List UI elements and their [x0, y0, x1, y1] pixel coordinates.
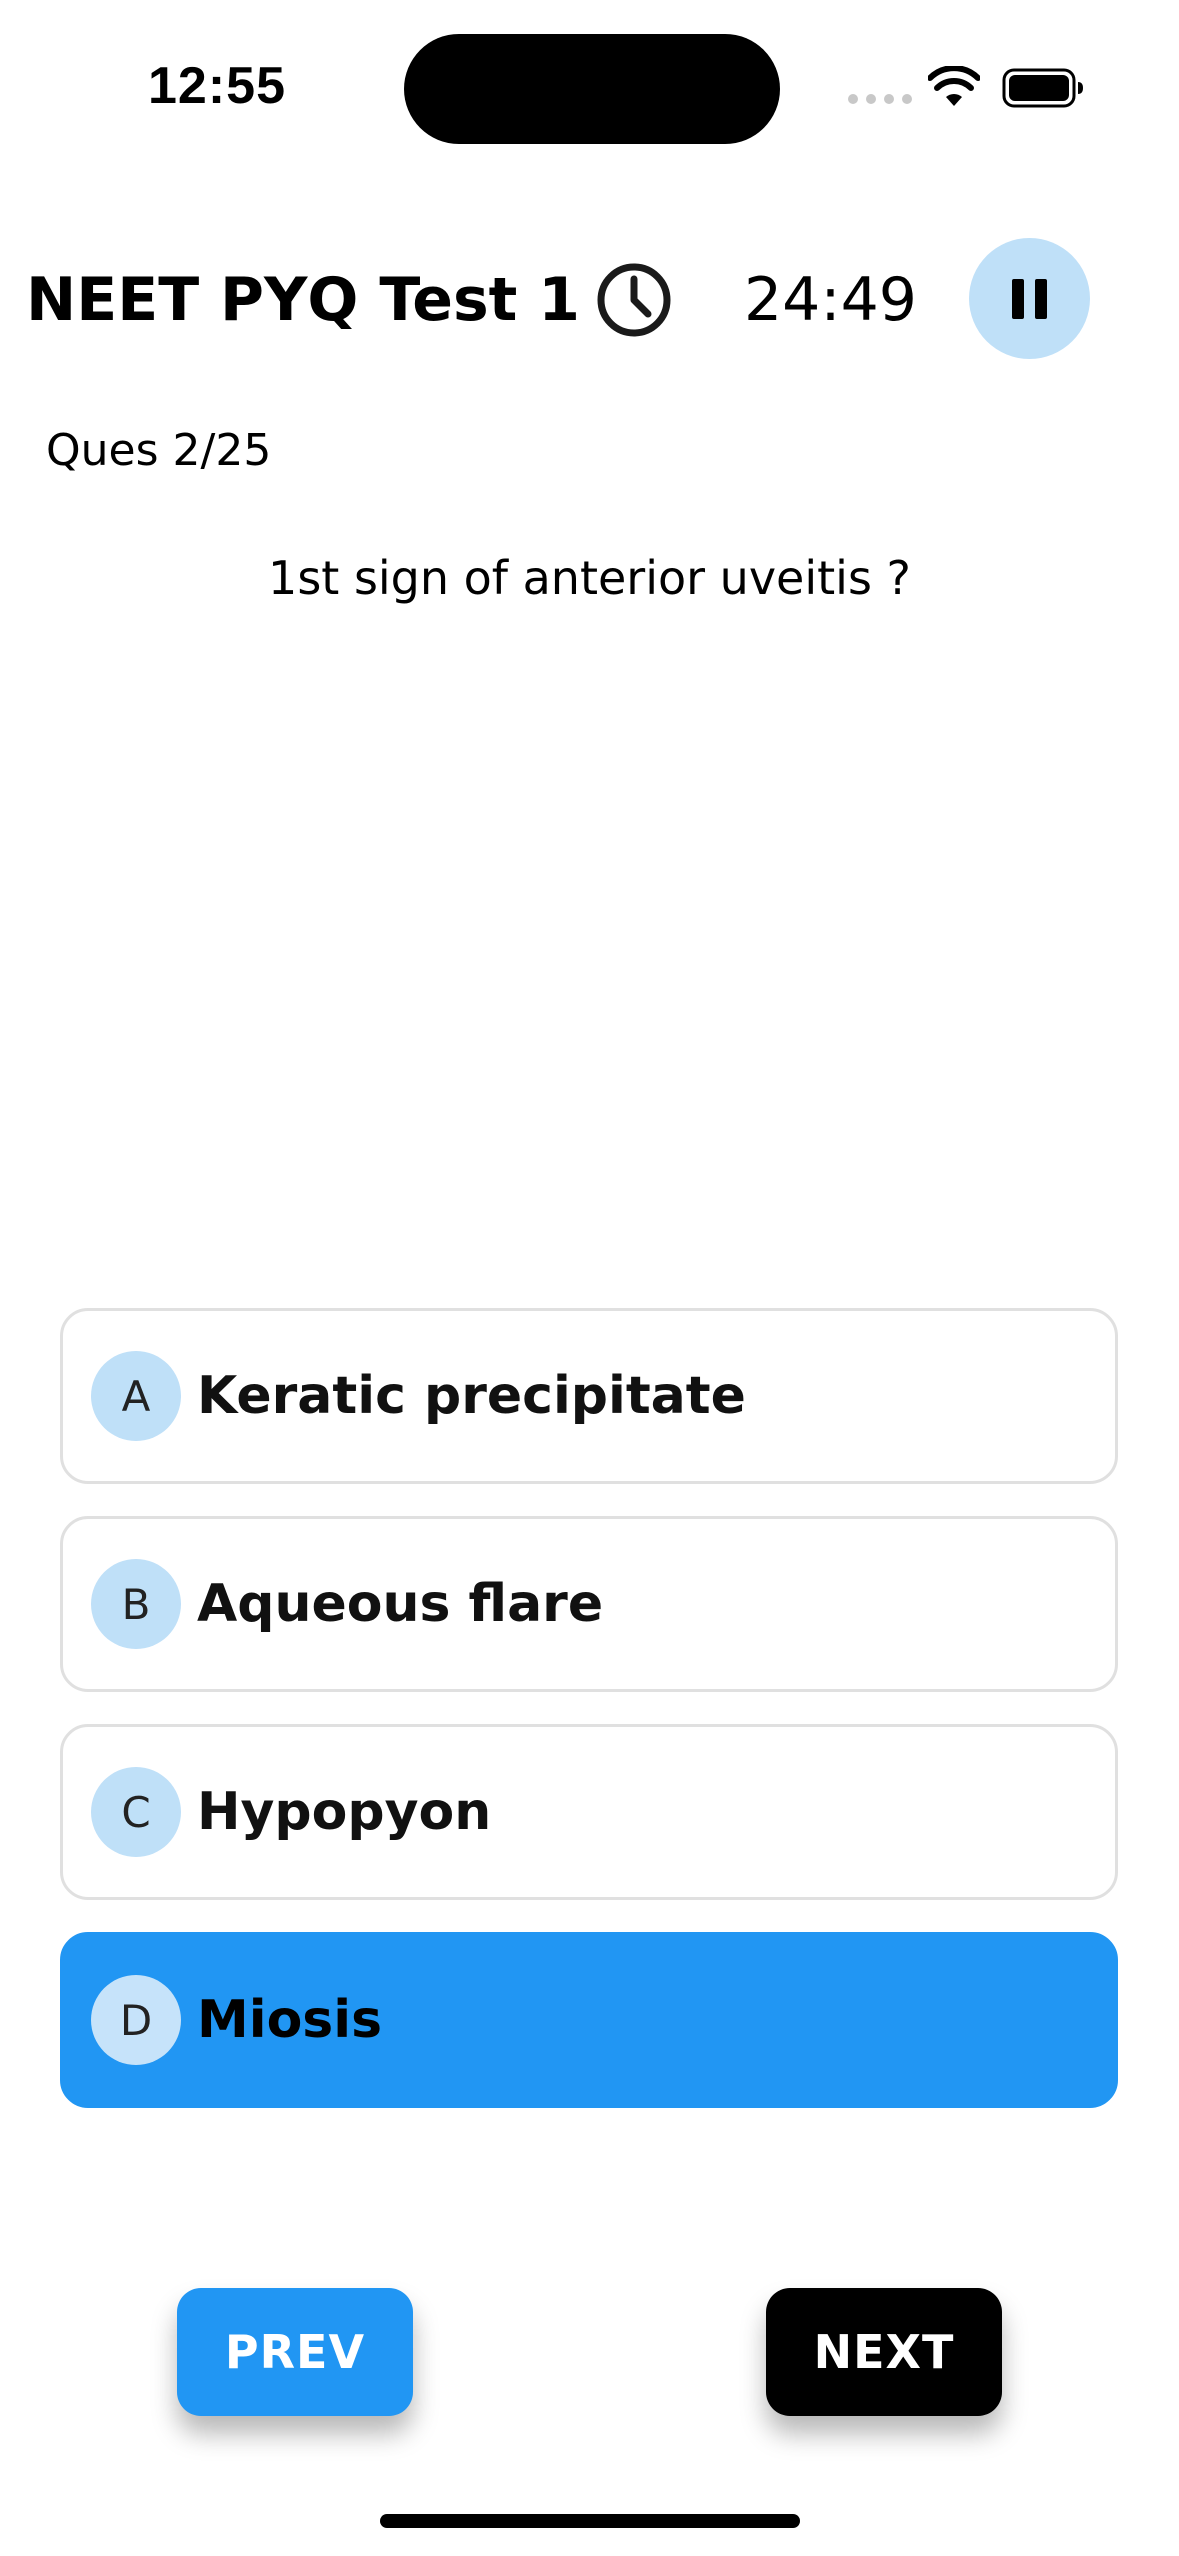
timer-text: 24:49	[744, 265, 917, 335]
option-letter-badge: C	[91, 1767, 181, 1857]
option-letter-badge: B	[91, 1559, 181, 1649]
option-c[interactable]: C Hypopyon	[60, 1724, 1118, 1900]
option-letter-badge: D	[91, 1975, 181, 2065]
status-time: 12:55	[148, 57, 286, 115]
question-counter: Ques 2/25	[46, 425, 272, 476]
battery-icon	[1002, 68, 1083, 108]
option-b[interactable]: B Aqueous flare	[60, 1516, 1118, 1692]
option-text: Aqueous flare	[197, 1574, 604, 1634]
next-button[interactable]: NEXT	[766, 2288, 1002, 2416]
dynamic-island	[404, 34, 780, 144]
question-text: 1st sign of anterior uveitis ?	[268, 551, 911, 605]
wifi-icon	[928, 66, 980, 106]
clock-icon	[597, 263, 671, 337]
option-text: Keratic precipitate	[197, 1366, 746, 1426]
option-d[interactable]: D Miosis	[60, 1932, 1118, 2108]
pause-button[interactable]	[969, 238, 1090, 359]
page-title: NEET PYQ Test 1	[26, 265, 581, 335]
signal-icon	[848, 94, 912, 104]
home-indicator[interactable]	[380, 2514, 800, 2528]
prev-button[interactable]: PREV	[177, 2288, 413, 2416]
pause-icon	[1012, 278, 1047, 319]
option-text: Miosis	[197, 1990, 383, 2050]
option-a[interactable]: A Keratic precipitate	[60, 1308, 1118, 1484]
option-letter-badge: A	[91, 1351, 181, 1441]
option-text: Hypopyon	[197, 1782, 492, 1842]
